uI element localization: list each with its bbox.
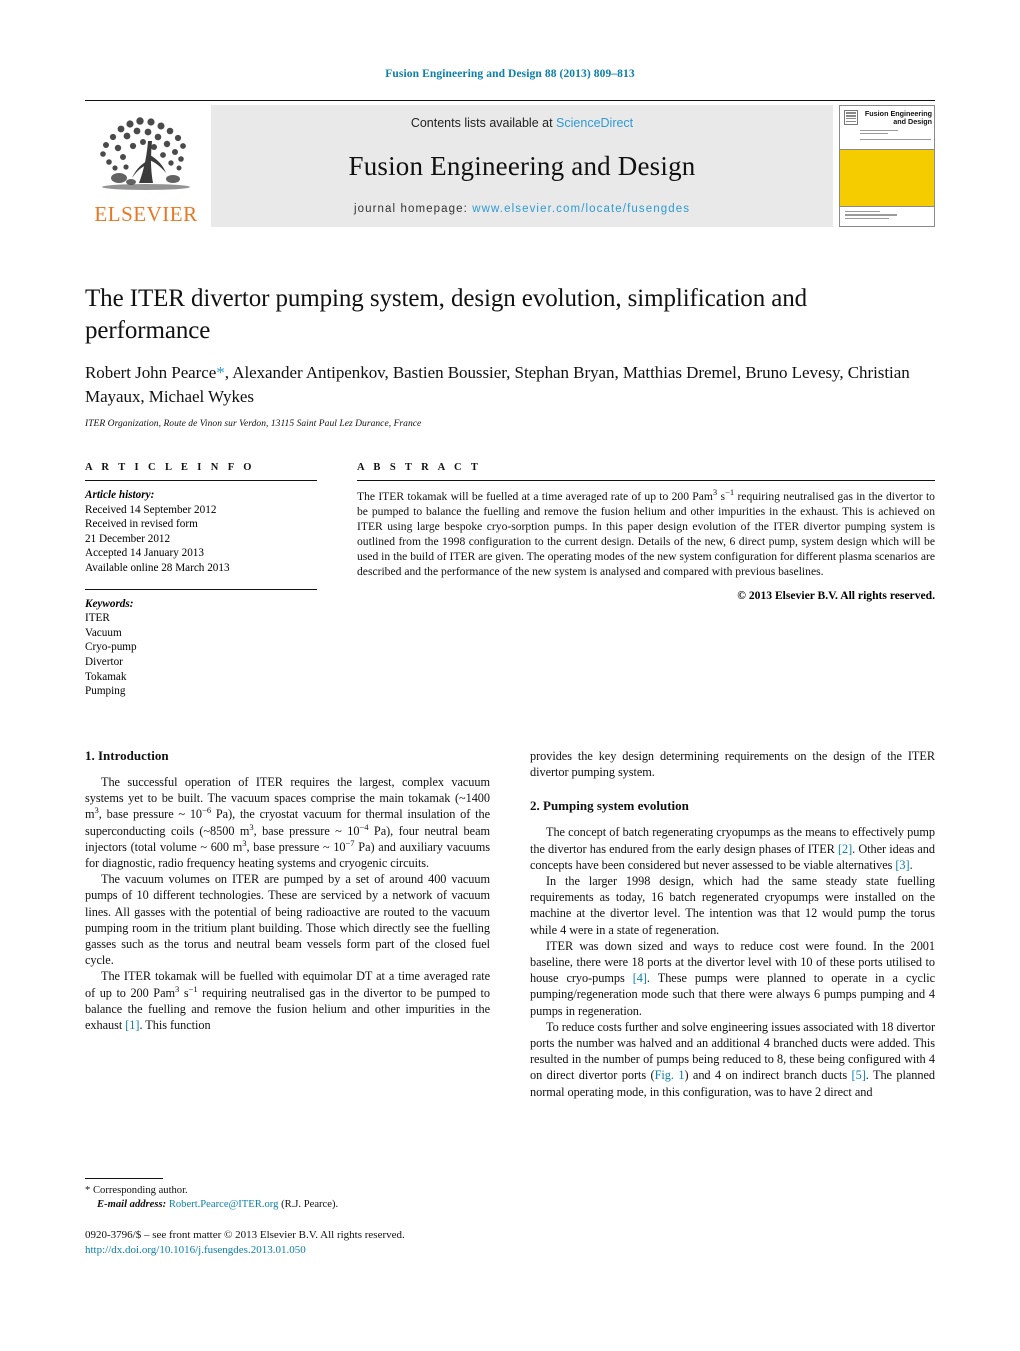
footnote-text: * Corresponding author. E-mail address: …	[85, 1184, 490, 1212]
article-history-label: Article history:	[85, 489, 155, 501]
info-abstract-section: A R T I C L E I N F O Article history: R…	[85, 462, 935, 699]
keyword-item: ITER	[85, 612, 110, 625]
issn-copyright-line: 0920-3796/$ – see front matter © 2013 El…	[85, 1229, 405, 1241]
abstract-text: The ITER tokamak will be fuelled at a ti…	[357, 481, 935, 580]
journal-banner: Contents lists available at ScienceDirec…	[211, 105, 833, 227]
history-line: Accepted 14 January 2013	[85, 547, 204, 560]
body-column-right: provides the key design determining requ…	[530, 748, 935, 1100]
keywords-label: Keywords:	[85, 597, 134, 610]
email-suffix: (R.J. Pearce).	[281, 1199, 339, 1210]
citation-ref-4[interactable]: [4]	[633, 971, 647, 985]
paper-page: Fusion Engineering and Design 88 (2013) …	[0, 0, 1020, 1351]
sup-m6: −6	[202, 805, 212, 816]
intro3-d: . This function	[139, 1018, 211, 1033]
keyword-item: Cryo-pump	[85, 641, 137, 654]
citation-ref-3[interactable]: [3]	[895, 858, 909, 872]
keywords-block: Keywords: ITER Vacuum Cryo-pump Divertor…	[85, 590, 317, 699]
citation-ref-5[interactable]: [5]	[852, 1068, 866, 1082]
citation-ref-2[interactable]: [2]	[838, 842, 852, 856]
intro3-b: s	[179, 985, 189, 1000]
email-link[interactable]: Robert.Pearce@ITER.org	[169, 1199, 279, 1210]
body-column-left: 1. Introduction The successful operation…	[85, 748, 490, 1100]
keyword-item: Vacuum	[85, 626, 122, 639]
journal-title: Fusion Engineering and Design	[348, 151, 696, 181]
doi-link[interactable]: http://dx.doi.org/10.1016/j.fusengdes.20…	[85, 1243, 585, 1258]
elsevier-tree-icon	[100, 117, 190, 190]
intro-text-d: , base pressure ~ 10	[253, 823, 360, 838]
sciencedirect-link[interactable]: ScienceDirect	[556, 116, 633, 130]
history-line: Received in revised form	[85, 518, 198, 531]
contents-lists-line: Contents lists available at ScienceDirec…	[411, 116, 633, 130]
elsevier-wordmark: ELSEVIER	[94, 202, 198, 226]
author-list: Robert John Pearce*, Alexander Antipenko…	[85, 361, 935, 409]
article-info-column: A R T I C L E I N F O Article history: R…	[85, 462, 317, 699]
history-line: Available online 28 March 2013	[85, 561, 230, 574]
page-footer: 0920-3796/$ – see front matter © 2013 El…	[85, 1228, 585, 1258]
evo4-b: ) and 4 on indirect branch ducts	[684, 1068, 852, 1083]
contents-prefix: Contents lists available at	[410, 116, 553, 130]
cover-subtext-lines	[860, 130, 931, 142]
body-columns: 1. Introduction The successful operation…	[85, 748, 935, 1100]
keyword-item: Tokamak	[85, 670, 127, 683]
history-line: Received 14 September 2012	[85, 503, 217, 516]
cover-badge-icon	[844, 110, 858, 125]
journal-masthead: ELSEVIER Contents lists available at Sci…	[85, 100, 935, 227]
cover-color-panel	[840, 150, 934, 206]
cover-top: Fusion Engineering and Design	[840, 106, 934, 150]
intro-text-b: , base pressure ~ 10	[98, 807, 203, 822]
abstract-sup-m1: −1	[725, 487, 735, 498]
paragraph-evo-2: In the larger 1998 design, which had the…	[530, 874, 935, 937]
title-block: The ITER divertor pumping system, design…	[85, 283, 935, 429]
paragraph-intro-2: The vacuum volumes on ITER are pumped by…	[85, 872, 490, 968]
paragraph-evo-4: To reduce costs further and solve engine…	[530, 1019, 935, 1100]
footnote-email-line: E-mail address: Robert.Pearce@ITER.org (…	[85, 1198, 490, 1212]
paragraph-evo-3: ITER was down sized and ways to reduce c…	[530, 938, 935, 1019]
footnote-corresponding-label: Corresponding author.	[92, 1185, 188, 1196]
keyword-item: Divertor	[85, 655, 123, 668]
evo1-c: .	[909, 857, 913, 872]
corresponding-author-marker: *	[216, 363, 225, 382]
footnote-corresponding-line: * Corresponding author.	[85, 1184, 490, 1198]
figure-ref-1[interactable]: Fig. 1	[655, 1068, 685, 1082]
abstract-part3: requiring neutralised gas in the diverto…	[357, 490, 935, 579]
keyword-item: Pumping	[85, 685, 126, 698]
article-info-heading: A R T I C L E I N F O	[85, 462, 255, 473]
running-head: Fusion Engineering and Design 88 (2013) …	[385, 68, 635, 80]
elsevier-logo: ELSEVIER	[85, 105, 207, 227]
footnote-rule	[85, 1178, 163, 1179]
history-line: 21 December 2012	[85, 532, 171, 545]
sup-m7: −7	[345, 837, 355, 848]
section-heading-pumping-evolution: 2. Pumping system evolution	[530, 798, 689, 814]
email-label: E-mail address:	[97, 1199, 167, 1210]
intro-text-f: , base pressure ~ 10	[246, 839, 346, 854]
article-history-block: Article history: Received 14 September 2…	[85, 481, 317, 576]
section-heading-introduction: 1. Introduction	[85, 748, 169, 763]
abstract-column: A B S T R A C T The ITER tokamak will be…	[357, 462, 935, 699]
paragraph-intro-3: The ITER tokamak will be fuelled with eq…	[85, 968, 490, 1033]
abstract-part2: s	[717, 490, 726, 503]
homepage-url-link[interactable]: www.elsevier.com/locate/fusengdes	[472, 203, 690, 215]
page-title: The ITER divertor pumping system, design…	[85, 285, 808, 344]
abstract-part1: The ITER tokamak will be fuelled at a ti…	[357, 490, 713, 503]
abstract-heading: A B S T R A C T	[357, 462, 482, 473]
author-first: Robert John Pearce	[85, 363, 217, 382]
corresponding-author-footnote: * Corresponding author. E-mail address: …	[85, 1178, 490, 1212]
cover-title: Fusion Engineering and Design	[860, 110, 932, 126]
affiliation: ITER Organization, Route de Vinon sur Ve…	[85, 419, 422, 429]
paragraph-intro-1: The successful operation of ITER require…	[85, 774, 490, 871]
cover-title-line2: and Design	[893, 117, 932, 126]
paragraph-evo-1: The concept of batch regenerating cryopu…	[530, 824, 935, 873]
journal-homepage-line: journal homepage: www.elsevier.com/locat…	[354, 203, 690, 215]
footnote-marker: *	[85, 1185, 91, 1196]
paragraph-right-1: provides the key design determining requ…	[530, 749, 935, 780]
abstract-copyright: © 2013 Elsevier B.V. All rights reserved…	[737, 588, 935, 602]
sup-m1b: −1	[188, 983, 198, 994]
homepage-prefix: journal homepage:	[353, 203, 468, 215]
citation-ref-1[interactable]: [1]	[125, 1018, 139, 1032]
journal-cover-thumbnail: Fusion Engineering and Design	[839, 105, 935, 227]
cover-footer-lines	[840, 206, 934, 226]
